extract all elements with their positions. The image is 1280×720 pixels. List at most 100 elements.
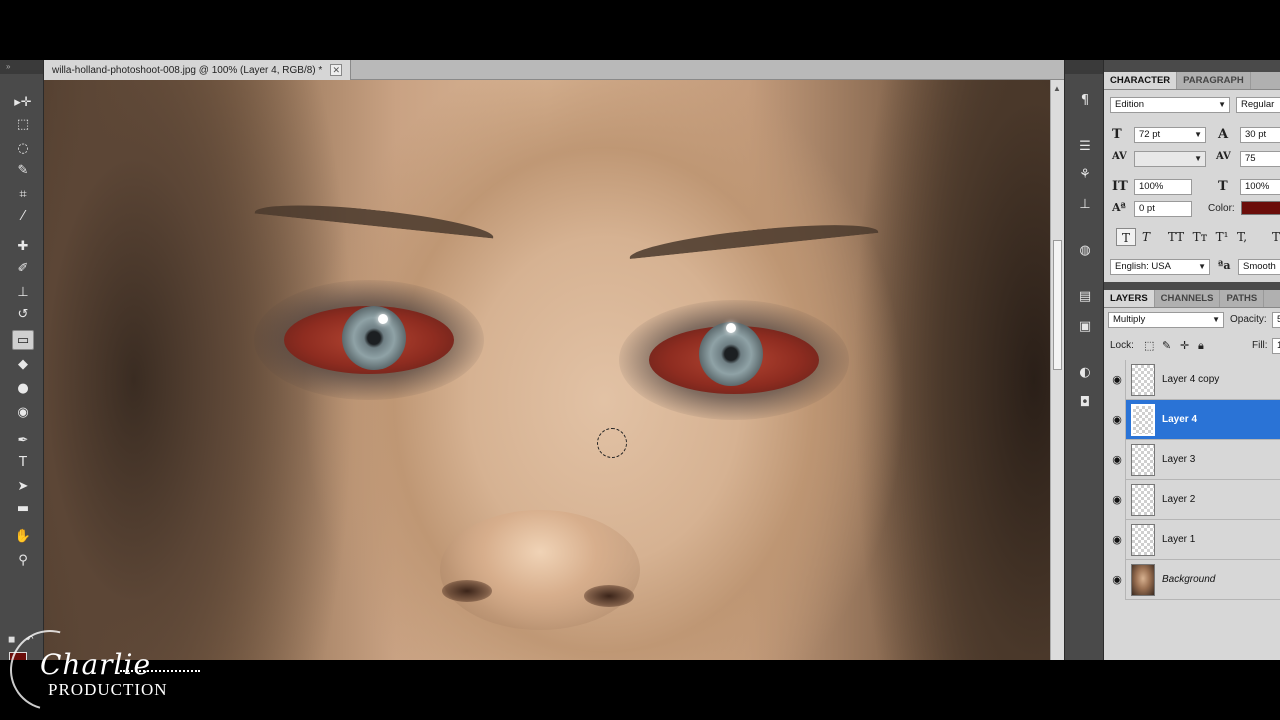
tab-channels[interactable]: CHANNELS: [1155, 290, 1221, 307]
faux-bold-button[interactable]: T: [1116, 228, 1136, 246]
shape-tool[interactable]: ▬: [12, 498, 34, 518]
tab-paths[interactable]: PATHS: [1220, 290, 1265, 307]
scrollbar-thumb[interactable]: [1053, 240, 1062, 370]
layer-visibility-cell[interactable]: ◉: [1104, 560, 1126, 600]
eye-icon[interactable]: ◉: [1110, 533, 1124, 547]
layer-row[interactable]: ◉ Layer 4 copy: [1104, 360, 1280, 400]
superscript-button[interactable]: T¹: [1212, 228, 1232, 246]
vertical-scale-value: 100%: [1139, 181, 1164, 192]
fill-field[interactable]: 1: [1272, 338, 1280, 354]
baseline-shift-field[interactable]: 0 pt: [1134, 201, 1192, 217]
layer-row[interactable]: ◉ Background: [1104, 560, 1280, 600]
anti-alias-select[interactable]: Smooth: [1238, 259, 1280, 275]
layer-visibility-cell[interactable]: ◉: [1104, 480, 1126, 520]
character-panel-grip[interactable]: [1104, 60, 1280, 72]
eye-icon[interactable]: ◉: [1110, 493, 1124, 507]
underline-button[interactable]: T: [1266, 228, 1280, 246]
opacity-field[interactable]: 5: [1272, 312, 1280, 328]
right-nostril: [584, 585, 634, 607]
faux-italic-button[interactable]: T: [1136, 228, 1156, 246]
tracking-field[interactable]: 75: [1240, 151, 1280, 167]
all-caps-button[interactable]: TT: [1166, 228, 1186, 246]
zoom-tool[interactable]: ⚲: [12, 550, 34, 570]
crop-tool[interactable]: ⌗: [12, 184, 34, 204]
history-brush-tool[interactable]: ↺: [12, 304, 34, 324]
layers-panel-tabs: LAYERS CHANNELS PATHS: [1104, 290, 1280, 308]
leading-field[interactable]: 30 pt: [1240, 127, 1280, 143]
lock-all-icon[interactable]: 🔒︎: [1198, 339, 1204, 353]
clone-source-icon[interactable]: ⚘: [1075, 164, 1095, 184]
horizontal-scale-icon: T: [1218, 179, 1228, 194]
history-panel-icon[interactable]: ¶: [1075, 90, 1095, 110]
font-style-select[interactable]: Regular: [1236, 97, 1280, 113]
eye-icon[interactable]: ◉: [1110, 453, 1124, 467]
layers-panel-grip[interactable]: [1104, 282, 1280, 290]
lock-transparency-icon[interactable]: ⬚: [1144, 339, 1154, 352]
blend-mode-select[interactable]: Multiply ▼: [1108, 312, 1224, 328]
tools-panel-grip[interactable]: »: [0, 60, 43, 74]
dock-grip[interactable]: [1065, 60, 1103, 74]
brush-presets-icon[interactable]: ☰: [1075, 136, 1095, 156]
close-icon[interactable]: ✕: [330, 64, 343, 76]
layer-visibility-cell[interactable]: ◉: [1104, 520, 1126, 560]
dodge-tool[interactable]: ◉: [12, 402, 34, 422]
layer-row[interactable]: ◉ Layer 3: [1104, 440, 1280, 480]
layer-row[interactable]: ◉ Layer 4: [1104, 400, 1280, 440]
chevron-down-icon: ▼: [1194, 130, 1202, 139]
tab-layers[interactable]: LAYERS: [1104, 290, 1155, 307]
pen-tool[interactable]: ✒: [12, 430, 34, 450]
font-size-field[interactable]: 72 pt ▼: [1134, 127, 1206, 143]
info-panel-icon[interactable]: ▣: [1075, 316, 1095, 336]
eyedropper-tool[interactable]: ⁄: [12, 206, 34, 226]
layer-thumbnail: [1131, 524, 1155, 556]
language-select[interactable]: English: USA ▼: [1110, 259, 1210, 275]
tool-presets-icon[interactable]: ⊥: [1075, 194, 1095, 214]
type-tool[interactable]: T: [12, 452, 34, 472]
lasso-tool[interactable]: ◌: [12, 138, 34, 158]
path-select-tool[interactable]: ➤: [12, 476, 34, 496]
paint-bucket-tool[interactable]: ◆: [12, 354, 34, 374]
eye-icon[interactable]: ◉: [1110, 373, 1124, 387]
text-color-swatch[interactable]: [1241, 201, 1280, 215]
masks-icon[interactable]: ◘: [1075, 392, 1095, 412]
scroll-up-icon[interactable]: ▲: [1053, 84, 1061, 93]
left-iris: [342, 306, 406, 370]
kerning-field[interactable]: ▼: [1134, 151, 1206, 167]
layer-visibility-cell[interactable]: ◉: [1104, 440, 1126, 480]
image-canvas[interactable]: [44, 80, 1050, 660]
clone-stamp-tool[interactable]: ⊥: [12, 282, 34, 302]
layer-visibility-cell[interactable]: ◉: [1104, 400, 1126, 440]
marquee-tool[interactable]: ⬚: [12, 114, 34, 134]
canvas-vertical-scrollbar[interactable]: ▲: [1050, 80, 1064, 660]
lock-position-icon[interactable]: ✛: [1180, 339, 1189, 352]
layer-thumbnail: [1131, 564, 1155, 596]
notes-panel-icon[interactable]: ▤: [1075, 286, 1095, 306]
eye-icon[interactable]: ◉: [1110, 413, 1124, 427]
fill-label: Fill:: [1252, 340, 1268, 351]
layer-row[interactable]: ◉ Layer 1: [1104, 520, 1280, 560]
tab-character[interactable]: CHARACTER: [1104, 72, 1178, 89]
small-caps-button[interactable]: Tт: [1190, 228, 1210, 246]
lock-pixels-icon[interactable]: ✎: [1162, 339, 1171, 352]
eraser-tool[interactable]: ▭: [12, 330, 34, 350]
nose: [440, 510, 640, 630]
tab-paragraph[interactable]: PARAGRAPH: [1177, 72, 1251, 89]
hand-tool[interactable]: ✋: [12, 526, 34, 546]
adjustments-icon[interactable]: ◐: [1075, 362, 1095, 382]
healing-brush-tool[interactable]: ✚: [12, 236, 34, 256]
font-family-select[interactable]: Edition ▼: [1110, 97, 1230, 113]
eye-icon[interactable]: ◉: [1110, 573, 1124, 587]
layer-name: Layer 4: [1162, 414, 1198, 425]
quick-select-tool[interactable]: ✎: [12, 160, 34, 180]
swatches-icon[interactable]: ◍: [1075, 240, 1095, 260]
vertical-scale-field[interactable]: 100%: [1134, 179, 1192, 195]
brush-tool[interactable]: ✐: [12, 258, 34, 278]
layer-thumbnail: [1131, 364, 1155, 396]
subscript-button[interactable]: T,: [1232, 228, 1252, 246]
layer-visibility-cell[interactable]: ◉: [1104, 360, 1126, 400]
move-tool[interactable]: ▸✛: [12, 92, 34, 112]
horizontal-scale-field[interactable]: 100%: [1240, 179, 1280, 195]
layer-row[interactable]: ◉ Layer 2: [1104, 480, 1280, 520]
document-tab[interactable]: willa-holland-photoshoot-008.jpg @ 100% …: [44, 60, 352, 80]
blur-tool[interactable]: ●: [12, 378, 34, 398]
